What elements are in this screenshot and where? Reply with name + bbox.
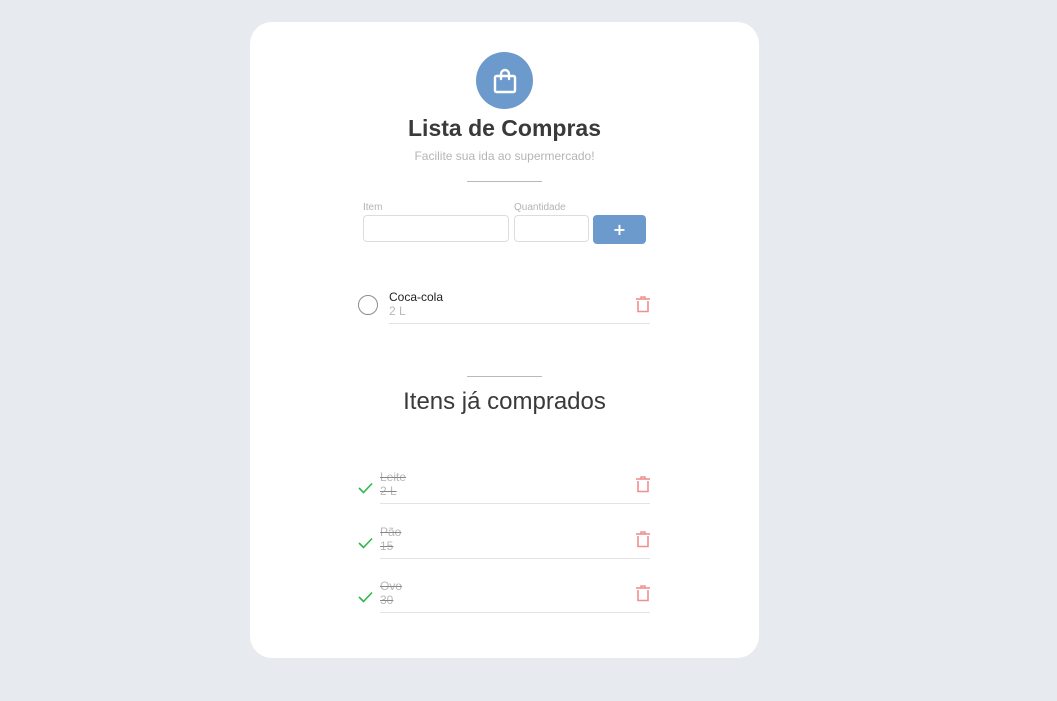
item-name: Pão xyxy=(380,525,402,539)
page-title: Lista de Compras xyxy=(408,115,601,141)
trash-icon[interactable] xyxy=(636,585,650,602)
pending-list-item: Coca-cola 2 L xyxy=(358,288,650,324)
header-divider xyxy=(467,181,542,182)
item-quantity: 30 xyxy=(380,593,394,607)
unchecked-circle-icon[interactable] xyxy=(358,295,378,315)
item-name: Ovo xyxy=(380,579,403,593)
quantity-input[interactable] xyxy=(514,215,589,242)
page-subtitle: Facilite sua ida ao supermercado! xyxy=(414,149,595,163)
item-input[interactable] xyxy=(363,215,509,242)
purchased-item-body: Ovo 30 xyxy=(380,577,650,613)
item-name: Coca-cola xyxy=(389,290,444,304)
shopping-bag-icon xyxy=(493,68,516,93)
purchased-list-item: Ovo 30 xyxy=(358,577,650,613)
pending-item-body: Coca-cola 2 L xyxy=(389,288,650,324)
purchased-list-item: Leite 2 L xyxy=(358,468,650,504)
item-field-label: Item xyxy=(363,202,383,213)
purchased-section-title: Itens já comprados xyxy=(403,388,606,415)
purchased-item-body: Pão 15 xyxy=(380,523,650,559)
trash-icon[interactable] xyxy=(636,296,650,313)
purchased-list-item: Pão 15 xyxy=(358,523,650,559)
add-item-button[interactable]: + xyxy=(593,215,646,244)
logo-badge xyxy=(476,52,533,109)
item-quantity: 2 L xyxy=(380,484,397,498)
item-quantity: 2 L xyxy=(389,304,406,318)
check-icon[interactable] xyxy=(358,591,373,603)
purchased-item-body: Leite 2 L xyxy=(380,468,650,504)
shopping-list-card: Lista de Compras Facilite sua ida ao sup… xyxy=(250,22,759,658)
trash-icon[interactable] xyxy=(636,531,650,548)
quantity-field-label: Quantidade xyxy=(514,202,566,213)
item-name: Leite xyxy=(380,470,407,484)
check-icon[interactable] xyxy=(358,482,373,494)
check-icon[interactable] xyxy=(358,537,373,549)
trash-icon[interactable] xyxy=(636,476,650,493)
section-divider xyxy=(467,376,542,377)
item-quantity: 15 xyxy=(380,539,394,553)
